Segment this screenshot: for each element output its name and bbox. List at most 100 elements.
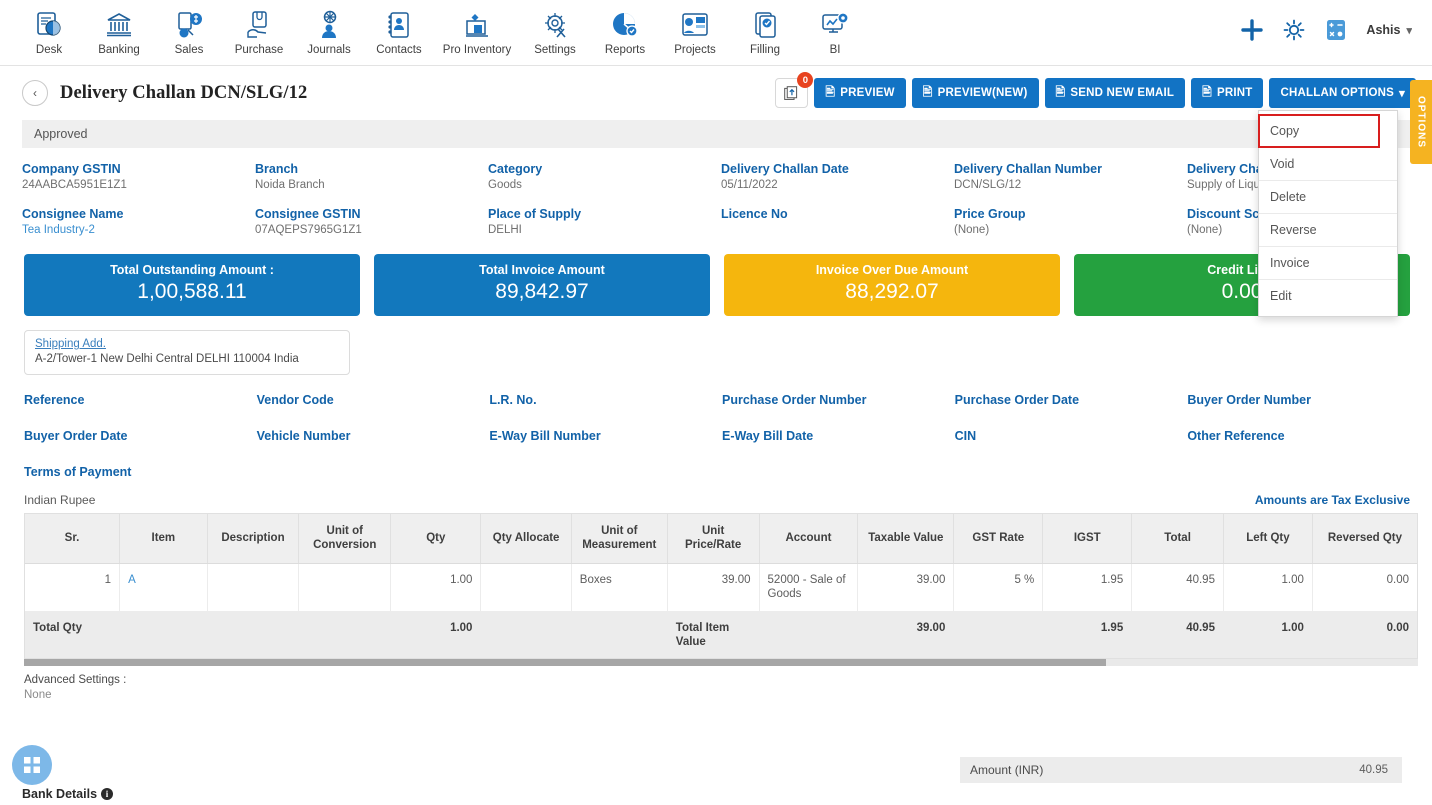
preview-button[interactable]: 🖹 PREVIEW bbox=[814, 78, 906, 108]
bank-details-section[interactable]: Bank Details i bbox=[22, 787, 114, 801]
nav-item-projects[interactable]: Projects bbox=[660, 4, 730, 56]
dropdown-item-void[interactable]: Void bbox=[1259, 148, 1397, 181]
nav-item-banking[interactable]: Banking bbox=[84, 4, 154, 56]
send-new-email-button[interactable]: 🖹 SEND NEW EMAIL bbox=[1044, 78, 1186, 108]
nav-item-settings[interactable]: Settings bbox=[520, 4, 590, 56]
nav-label: Journals bbox=[307, 44, 351, 56]
contacts-icon bbox=[384, 8, 414, 42]
card-value: 1,00,588.11 bbox=[137, 280, 247, 303]
total-item-value-label: Total Item Value bbox=[667, 611, 760, 659]
field-value: 24AABCA5951E1Z1 bbox=[22, 179, 127, 191]
detail-field-consignee-name: Consignee Name Tea Industry-2 bbox=[22, 207, 251, 238]
amount-summary-box: Amount (INR) 40.95 bbox=[960, 757, 1402, 783]
dropdown-item-invoice[interactable]: Invoice bbox=[1259, 247, 1397, 280]
print-button[interactable]: 🖹 PRINT bbox=[1191, 78, 1264, 108]
inventory-icon bbox=[462, 8, 492, 42]
total-blank-conversion bbox=[298, 611, 392, 659]
total-label: Total Qty bbox=[25, 611, 121, 659]
detail-field-company-gstin: Company GSTIN 24AABCA5951E1Z1 bbox=[22, 162, 251, 193]
total-blank-gst bbox=[953, 611, 1044, 659]
table-header: Sr. Item Description Unit of Conversion … bbox=[25, 514, 1417, 564]
sales-icon bbox=[174, 8, 204, 42]
options-side-tab[interactable]: OPTIONS bbox=[1410, 80, 1432, 164]
cell-left-qty: 1.00 bbox=[1223, 563, 1313, 612]
info-icon[interactable]: i bbox=[101, 788, 114, 800]
challan-options-dropdown: Copy Void Delete Reverse Invoice Edit bbox=[1258, 110, 1398, 317]
field-value: DCN/SLG/12 bbox=[954, 179, 1022, 191]
nav-label: BI bbox=[829, 44, 841, 56]
cell-qty: 1.00 bbox=[390, 563, 482, 612]
nav-item-reports[interactable]: Reports bbox=[590, 4, 660, 56]
apps-fab-button[interactable] bbox=[12, 745, 52, 785]
user-menu[interactable]: Ashis ▾ bbox=[1366, 23, 1412, 37]
nav-label: Reports bbox=[604, 44, 646, 56]
cell-qty-allocate bbox=[480, 563, 572, 612]
print-label: PRINT bbox=[1216, 87, 1253, 99]
plus-icon[interactable] bbox=[1240, 18, 1264, 42]
nav-label: Projects bbox=[674, 44, 716, 56]
back-button[interactable]: ‹ bbox=[22, 80, 48, 106]
challan-options-button[interactable]: CHALLAN OPTIONS ▾ bbox=[1269, 78, 1416, 108]
reference-label-vendor-code: Vendor Code bbox=[256, 393, 334, 407]
card-total-invoice-amount: Total Invoice Amount 89,842.97 bbox=[374, 254, 710, 316]
preview-label: PREVIEW bbox=[840, 87, 895, 99]
top-navigation-bar: Desk Banking Sales Purchase Journals Con… bbox=[0, 0, 1432, 66]
reference-label-eway-bill-date: E-Way Bill Date bbox=[722, 429, 814, 443]
field-value[interactable]: Tea Industry-2 bbox=[22, 224, 251, 238]
field-label: Delivery Challan Number bbox=[954, 162, 1102, 176]
nav-item-bi[interactable]: BI bbox=[800, 4, 870, 56]
preview-new-button[interactable]: 🖹 PREVIEW(NEW) bbox=[911, 78, 1039, 108]
field-label: Delivery Challan Date bbox=[721, 162, 849, 176]
card-label: Total Outstanding Amount : bbox=[110, 263, 274, 277]
total-blank-item bbox=[119, 611, 208, 659]
nav-right-actions: Ashis ▾ bbox=[1240, 4, 1418, 42]
shipping-address-label[interactable]: Shipping Add. bbox=[35, 338, 339, 350]
grid-apps-icon bbox=[24, 757, 40, 773]
reference-label-terms-of-payment: Terms of Payment bbox=[24, 465, 132, 479]
table-header-row: Indian Rupee Amounts are Tax Exclusive bbox=[0, 479, 1432, 513]
column-reversed-qty: Reversed Qty bbox=[1312, 514, 1417, 564]
table-horizontal-scrollbar[interactable] bbox=[24, 659, 1418, 667]
options-tab-label: OPTIONS bbox=[1415, 95, 1427, 148]
gear-icon[interactable] bbox=[1282, 18, 1306, 42]
field-label: Consignee Name bbox=[22, 207, 124, 221]
nav-item-contacts[interactable]: Contacts bbox=[364, 4, 434, 56]
nav-item-journals[interactable]: Journals bbox=[294, 4, 364, 56]
reference-label-purchase-order-date: Purchase Order Date bbox=[954, 393, 1080, 407]
chevron-left-icon: ‹ bbox=[33, 86, 37, 100]
dropdown-item-reverse[interactable]: Reverse bbox=[1259, 214, 1397, 247]
cell-sr: 1 bbox=[25, 563, 121, 612]
desk-icon bbox=[34, 8, 64, 42]
dropdown-item-delete[interactable]: Delete bbox=[1259, 181, 1397, 214]
nav-item-pro-inventory[interactable]: Pro Inventory bbox=[434, 4, 520, 56]
field-label: Consignee GSTIN bbox=[255, 207, 361, 221]
dropdown-item-edit[interactable]: Edit bbox=[1259, 280, 1397, 312]
table-row[interactable]: 1 A 1.00 Boxes 39.00 52000 - Sale of Goo… bbox=[25, 563, 1417, 612]
reference-label-lr-no: L.R. No. bbox=[489, 393, 537, 407]
cell-item[interactable]: A bbox=[119, 563, 208, 612]
cell-account: 52000 - Sale of Goods bbox=[759, 563, 859, 612]
nav-item-sales[interactable]: Sales bbox=[154, 4, 224, 56]
document-icon: 🖹 bbox=[1055, 84, 1066, 99]
column-left-qty: Left Qty bbox=[1223, 514, 1313, 564]
total-blank-allocate bbox=[480, 611, 572, 659]
field-value: 07AQEPS7965G1Z1 bbox=[255, 224, 362, 236]
bi-icon bbox=[820, 8, 850, 42]
nav-item-purchase[interactable]: Purchase bbox=[224, 4, 294, 56]
reference-label-other-reference: Other Reference bbox=[1187, 429, 1285, 443]
nav-label: Contacts bbox=[376, 44, 422, 56]
dropdown-item-copy[interactable]: Copy bbox=[1258, 114, 1380, 148]
calculator-icon[interactable] bbox=[1324, 18, 1348, 42]
total-blank-account bbox=[759, 611, 859, 659]
detail-field-category: Category Goods bbox=[488, 162, 717, 193]
nav-item-desk[interactable]: Desk bbox=[14, 4, 84, 56]
nav-item-filling[interactable]: Filling bbox=[730, 4, 800, 56]
scrollbar-thumb[interactable] bbox=[24, 659, 1106, 667]
cell-unit-of-measurement: Boxes bbox=[571, 563, 668, 612]
detail-field-delivery-challan-date: Delivery Challan Date 05/11/2022 bbox=[721, 162, 950, 193]
upload-documents-button[interactable]: 0 bbox=[775, 72, 814, 108]
card-total-outstanding-amount: Total Outstanding Amount : 1,00,588.11 bbox=[24, 254, 360, 316]
column-unit-of-conversion: Unit of Conversion bbox=[298, 514, 392, 564]
reference-label-cin: CIN bbox=[954, 429, 977, 443]
cell-reversed-qty: 0.00 bbox=[1312, 563, 1417, 612]
